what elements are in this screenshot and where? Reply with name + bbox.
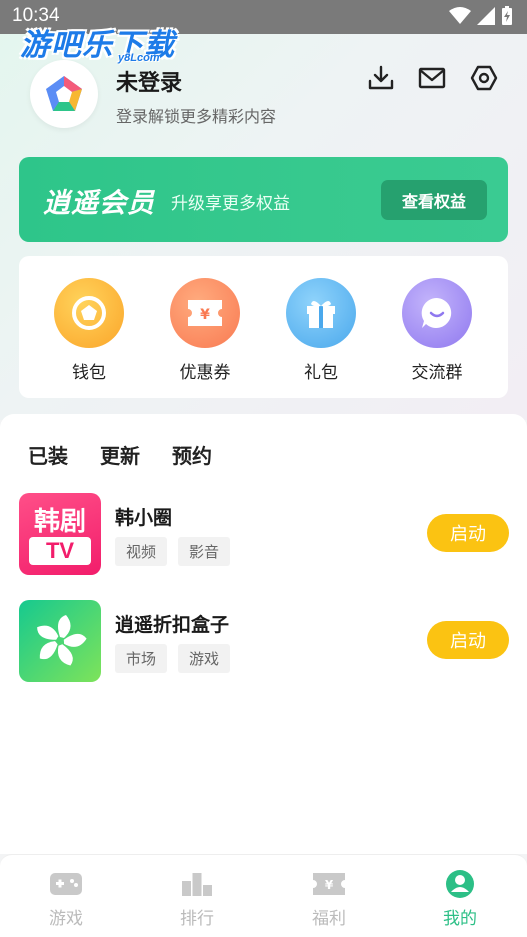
svg-text:¥: ¥	[325, 878, 334, 892]
gift-label: 礼包	[304, 363, 338, 383]
app-tags: 视频 影音	[115, 537, 231, 566]
launch-button[interactable]: 启动	[427, 514, 509, 552]
chat-action[interactable]: 交流群	[392, 278, 482, 383]
app-icon-sub: TV	[29, 537, 91, 565]
nav-ranking[interactable]: 排行	[157, 869, 237, 929]
view-benefits-button[interactable]: 查看权益	[381, 180, 487, 220]
tab-installed[interactable]: 已装	[28, 440, 68, 471]
app-tag: 影音	[178, 537, 231, 566]
app-tag: 游戏	[178, 644, 231, 673]
app-tags: 市场 游戏	[115, 644, 231, 673]
hanju-tv-icon: 韩剧 TV	[19, 493, 101, 575]
username[interactable]: 未登录	[116, 65, 182, 97]
quick-actions: 钱包 ¥ 优惠券 礼包 交流群	[19, 256, 508, 398]
nav-ranking-label: 排行	[180, 909, 214, 929]
app-tag: 市场	[115, 644, 168, 673]
download-icon[interactable]	[367, 64, 395, 92]
profile-icon	[443, 869, 477, 899]
vip-subtitle: 升级享更多权益	[171, 194, 290, 214]
wallet-action[interactable]: 钱包	[44, 278, 134, 383]
vip-title: 逍遥会员	[43, 188, 155, 219]
wifi-icon	[449, 7, 471, 24]
nav-games-label: 游戏	[49, 909, 83, 929]
nav-profile[interactable]: 我的	[420, 869, 500, 929]
app-logo-icon	[46, 76, 82, 111]
nav-profile-label: 我的	[443, 909, 477, 929]
tab-reservations[interactable]: 预约	[172, 440, 212, 469]
signal-icon	[477, 7, 495, 25]
wallet-icon	[54, 278, 124, 348]
login-hint[interactable]: 登录解锁更多精彩内容	[116, 103, 276, 127]
nav-games[interactable]: 游戏	[26, 869, 106, 929]
coupon-action[interactable]: ¥ 优惠券	[160, 278, 250, 383]
nav-welfare[interactable]: ¥ 福利	[289, 869, 369, 929]
coupon-label: 优惠券	[179, 363, 231, 383]
wallet-label: 钱包	[72, 363, 106, 383]
pinwheel-icon	[19, 600, 101, 682]
app-tabs: 已装 更新 预约	[28, 440, 212, 471]
app-name: 韩小圈	[115, 507, 173, 529]
gift-icon	[286, 278, 356, 348]
gift-action[interactable]: 礼包	[276, 278, 366, 383]
watermark-sub: y8Lcom	[118, 52, 160, 64]
settings-icon[interactable]	[470, 64, 498, 92]
vip-banner[interactable]: 逍遥会员 升级享更多权益 查看权益	[19, 157, 508, 242]
battery-icon	[502, 6, 512, 25]
chat-icon	[402, 278, 472, 348]
svg-text:¥: ¥	[200, 307, 210, 323]
app-name: 逍遥折扣盒子	[115, 614, 230, 636]
coupon-icon: ¥	[170, 278, 240, 348]
gamepad-icon	[49, 869, 83, 899]
chat-label: 交流群	[411, 363, 463, 383]
tab-updates[interactable]: 更新	[100, 440, 140, 469]
status-icons	[449, 6, 513, 26]
installed-apps-panel: 已装 更新 预约 韩剧 TV 韩小圈 视频 影音 启动 逍遥折扣盒子 市场 游戏…	[0, 414, 527, 854]
app-icon-text: 韩剧	[33, 507, 86, 537]
mail-icon[interactable]	[418, 64, 446, 92]
bottom-navigation: 游戏 排行 ¥ 福利 我的	[0, 854, 527, 937]
app-item-xiaoyao-box[interactable]: 逍遥折扣盒子 市场 游戏 启动	[19, 600, 509, 682]
app-tag: 视频	[115, 537, 168, 566]
welfare-icon: ¥	[312, 869, 346, 899]
avatar[interactable]	[30, 60, 98, 128]
app-item-hanxiaoquan[interactable]: 韩剧 TV 韩小圈 视频 影音 启动	[19, 493, 509, 575]
ranking-icon	[180, 869, 214, 899]
nav-welfare-label: 福利	[312, 909, 346, 929]
launch-button[interactable]: 启动	[427, 621, 509, 659]
